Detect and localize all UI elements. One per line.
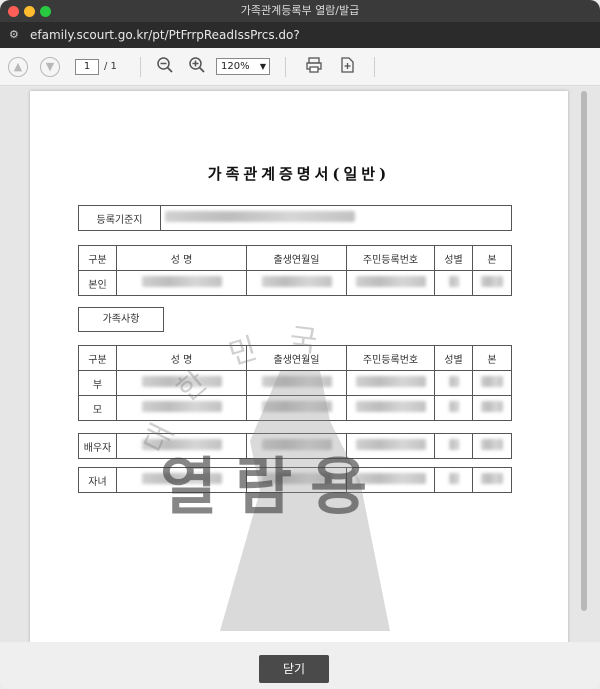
row-label-father: 부 bbox=[78, 370, 117, 396]
zoom-select[interactable]: 120% ▼ bbox=[216, 58, 270, 75]
table-row: 본인 bbox=[78, 270, 512, 296]
title-bar: 가족관계등록부 열람/발급 bbox=[0, 0, 600, 22]
redacted-text bbox=[448, 276, 459, 287]
redacted-cell bbox=[116, 270, 247, 296]
save-icon[interactable] bbox=[336, 56, 358, 78]
redacted-text bbox=[355, 276, 426, 287]
redacted-text bbox=[481, 473, 503, 484]
redacted-cell bbox=[246, 395, 347, 421]
row-label-self: 본인 bbox=[78, 270, 117, 296]
redacted-cell bbox=[434, 433, 473, 459]
redacted-cell bbox=[472, 370, 512, 396]
column-header-sex: 성별 bbox=[434, 245, 473, 271]
close-window-icon[interactable] bbox=[8, 6, 19, 17]
column-header-origin: 본 bbox=[472, 245, 512, 271]
column-header-birth: 출생연월일 bbox=[246, 245, 347, 271]
redacted-cell bbox=[246, 270, 347, 296]
redacted-text bbox=[448, 401, 459, 412]
redacted-cell bbox=[434, 395, 473, 421]
self-table: 구분 성 명 출생연월일 주민등록번호 성별 본 본인 bbox=[78, 245, 512, 296]
table-row: 부 bbox=[78, 370, 512, 396]
redacted-cell bbox=[434, 270, 473, 296]
redacted-text bbox=[355, 401, 426, 412]
redacted-text bbox=[355, 376, 426, 387]
chevron-down-icon: ▼ bbox=[259, 62, 266, 71]
redacted-text bbox=[481, 401, 503, 412]
toolbar-divider bbox=[374, 57, 375, 77]
column-header-category: 구분 bbox=[78, 245, 117, 271]
redacted-text bbox=[165, 211, 355, 222]
page-total: / 1 bbox=[104, 61, 117, 72]
redacted-text bbox=[448, 473, 459, 484]
redacted-cell bbox=[472, 433, 512, 459]
close-button[interactable]: 닫기 bbox=[259, 655, 329, 683]
redacted-cell bbox=[116, 370, 247, 396]
redacted-cell bbox=[346, 270, 435, 296]
column-header-resident-no: 주민등록번호 bbox=[346, 245, 435, 271]
redacted-cell bbox=[472, 270, 512, 296]
column-header-origin: 본 bbox=[472, 345, 512, 371]
address-bar[interactable]: ⚙ efamily.scourt.go.kr/pt/PtFrrpReadIssP… bbox=[0, 22, 600, 48]
registration-label: 등록기준지 bbox=[78, 205, 161, 231]
window-title: 가족관계등록부 열람/발급 bbox=[240, 4, 360, 17]
certificate-page: 가족관계증명서(일반) 등록기준지 구분 성 명 출생연월일 주민등록번호 성별… bbox=[30, 91, 568, 651]
row-label-mother: 모 bbox=[78, 395, 117, 421]
redacted-text bbox=[141, 276, 222, 287]
pdf-toolbar: ▲ ▼ 1 / 1 120% ▼ bbox=[0, 48, 600, 86]
row-label-spouse: 배우자 bbox=[78, 433, 117, 459]
redacted-cell bbox=[434, 370, 473, 396]
column-header-category: 구분 bbox=[78, 345, 117, 371]
document-viewer[interactable]: 가족관계증명서(일반) 등록기준지 구분 성 명 출생연월일 주민등록번호 성별… bbox=[0, 87, 600, 651]
view-only-watermark: 열람용 bbox=[160, 450, 386, 523]
redacted-text bbox=[481, 376, 503, 387]
table-row: 모 bbox=[78, 395, 512, 421]
redacted-cell bbox=[246, 370, 347, 396]
redacted-cell bbox=[346, 395, 435, 421]
redacted-text bbox=[448, 439, 459, 450]
document-title: 가족관계증명서(일반) bbox=[207, 165, 391, 183]
column-header-birth: 출생연월일 bbox=[246, 345, 347, 371]
redacted-cell bbox=[472, 395, 512, 421]
page-number-input[interactable]: 1 bbox=[75, 59, 99, 75]
column-header-resident-no: 주민등록번호 bbox=[346, 345, 435, 371]
vertical-scrollbar[interactable] bbox=[580, 87, 588, 642]
redacted-text bbox=[261, 276, 332, 287]
zoom-out-icon[interactable] bbox=[154, 56, 176, 78]
next-page-icon[interactable]: ▼ bbox=[40, 57, 60, 77]
prev-page-icon[interactable]: ▲ bbox=[8, 57, 28, 77]
url-text[interactable]: efamily.scourt.go.kr/pt/PtFrrpReadIssPrc… bbox=[30, 22, 300, 48]
redacted-text bbox=[261, 376, 332, 387]
column-header-name: 성 명 bbox=[116, 245, 247, 271]
redacted-text bbox=[141, 401, 222, 412]
row-label-child: 자녀 bbox=[78, 467, 117, 493]
family-table: 구분 성 명 출생연월일 주민등록번호 성별 본 부 모 bbox=[78, 345, 512, 421]
registration-table: 등록기준지 bbox=[78, 205, 512, 231]
registration-value bbox=[160, 205, 512, 231]
redacted-text bbox=[481, 276, 503, 287]
minimize-window-icon[interactable] bbox=[24, 6, 35, 17]
redacted-cell bbox=[116, 395, 247, 421]
footer-bar: 닫기 bbox=[0, 642, 600, 689]
browser-window: 가족관계등록부 열람/발급 ⚙ efamily.scourt.go.kr/pt/… bbox=[0, 0, 600, 689]
family-section-label: 가족사항 bbox=[78, 307, 164, 332]
scrollbar-thumb[interactable] bbox=[581, 91, 587, 611]
column-header-sex: 성별 bbox=[434, 345, 473, 371]
redacted-cell bbox=[346, 370, 435, 396]
site-settings-icon[interactable]: ⚙ bbox=[9, 22, 19, 48]
column-header-name: 성 명 bbox=[116, 345, 247, 371]
print-icon[interactable] bbox=[303, 56, 325, 78]
redacted-text bbox=[261, 401, 332, 412]
zoom-in-icon[interactable] bbox=[186, 56, 208, 78]
redacted-text bbox=[141, 376, 222, 387]
maximize-window-icon[interactable] bbox=[40, 6, 51, 17]
toolbar-divider bbox=[285, 57, 286, 77]
toolbar-divider bbox=[140, 57, 141, 77]
zoom-value: 120% bbox=[221, 61, 250, 72]
redacted-cell bbox=[472, 467, 512, 493]
redacted-text bbox=[481, 439, 503, 450]
redacted-cell bbox=[434, 467, 473, 493]
redacted-text bbox=[448, 376, 459, 387]
